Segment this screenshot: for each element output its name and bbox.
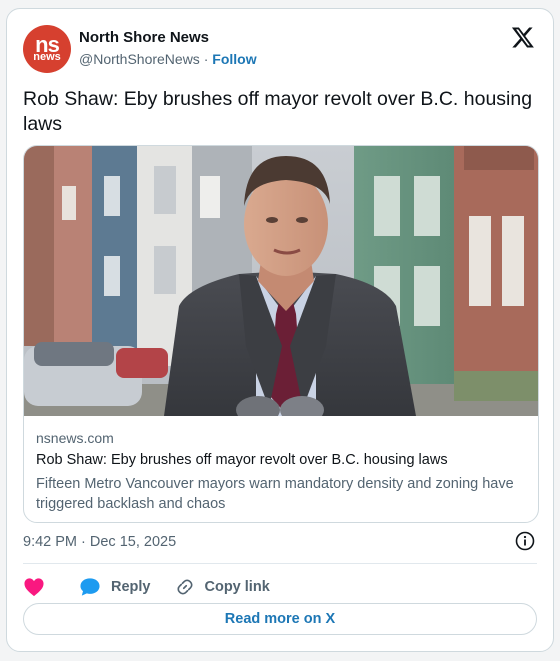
link-icon <box>176 579 193 595</box>
article-photo <box>24 146 538 416</box>
post-timestamp[interactable]: 9:42 PM · Dec 15, 2025 <box>23 534 176 550</box>
heart-icon <box>24 578 44 597</box>
post-text: Rob Shaw: Eby brushes off mayor revolt o… <box>23 88 533 135</box>
action-bar: Reply Copy link <box>23 572 270 602</box>
embedded-post-card: ns news North Shore News @NorthShoreNews… <box>6 8 554 652</box>
avatar-text-bottom: news <box>33 51 61 64</box>
author-name[interactable]: North Shore News <box>79 29 209 46</box>
link-domain: nsnews.com <box>36 430 114 446</box>
handle-row: @NorthShoreNews · Follow <box>79 51 257 67</box>
follow-button[interactable]: Follow <box>212 51 256 67</box>
reply-icon <box>80 578 100 596</box>
info-icon[interactable] <box>515 531 535 551</box>
divider <box>23 563 537 564</box>
link-preview-card[interactable]: nsnews.com Rob Shaw: Eby brushes off may… <box>23 145 539 523</box>
avatar[interactable]: ns news <box>23 25 71 73</box>
reply-label: Reply <box>111 579 151 595</box>
author-handle[interactable]: @NorthShoreNews <box>79 51 200 67</box>
read-more-button[interactable]: Read more on X <box>23 603 537 635</box>
copy-link-button[interactable]: Copy link <box>175 577 270 597</box>
link-title: Rob Shaw: Eby brushes off mayor revolt o… <box>36 452 448 468</box>
like-button[interactable] <box>23 577 45 597</box>
handle-separator: · <box>203 51 209 67</box>
x-logo-icon[interactable] <box>511 25 535 49</box>
reply-button[interactable]: Reply <box>79 577 151 597</box>
copy-link-label: Copy link <box>204 579 270 595</box>
link-description: Fifteen Metro Vancouver mayors warn mand… <box>36 476 514 512</box>
